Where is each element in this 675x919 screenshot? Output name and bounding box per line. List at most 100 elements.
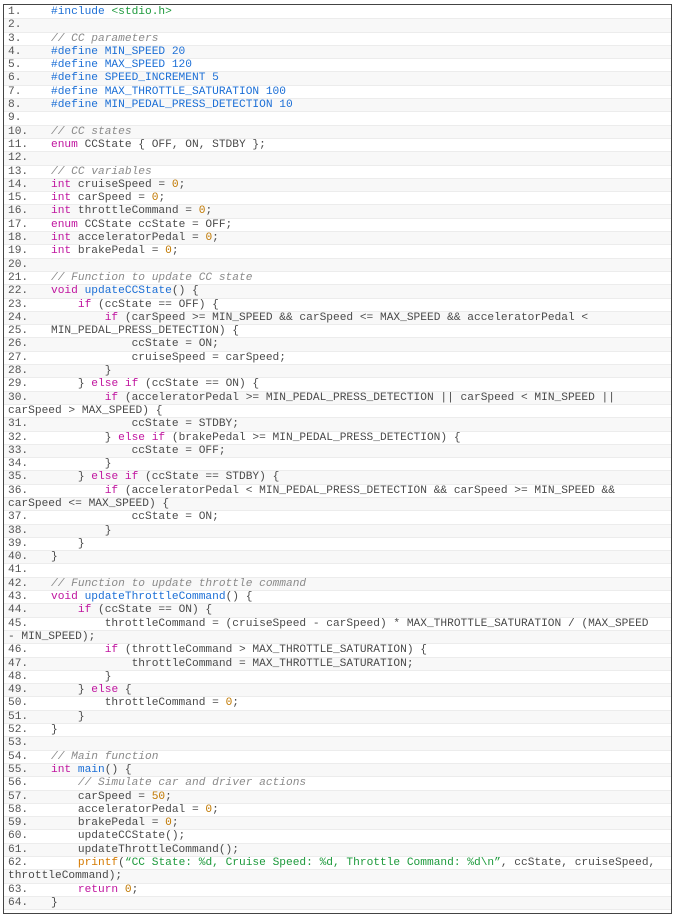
- line-number: 61.: [8, 843, 29, 856]
- code-line: 57. carSpeed = 50;: [4, 790, 671, 804]
- keyword: else: [91, 684, 119, 697]
- code-line: 16. int throttleCommand = 0;: [4, 205, 671, 219]
- code-line: 1. #include <stdio.h>: [4, 6, 671, 20]
- code-text: ;: [171, 245, 179, 258]
- code-listing: 1. #include <stdio.h> 2. 3. // CC parameters…: [3, 4, 672, 915]
- code-line: 41.: [4, 564, 671, 578]
- line-number: 16.: [8, 205, 29, 218]
- code-text: }: [51, 471, 92, 484]
- comment: // CC states: [51, 125, 132, 138]
- code-line: 26. ccState = ON;: [4, 338, 671, 352]
- line-number: 54.: [8, 750, 29, 763]
- code-line-continuation: carSpeed <= MAX_SPEED) {: [4, 497, 671, 512]
- line-number: 19.: [8, 245, 29, 258]
- code-line: 3. // CC parameters: [4, 33, 671, 46]
- preprocessor: #define MAX_SPEED 120: [51, 59, 192, 72]
- line-number: 2.: [8, 19, 22, 32]
- line-number: 7.: [8, 85, 22, 98]
- code-text: }: [51, 524, 112, 537]
- preprocessor: #define MIN_PEDAL_PRESS_DETECTION 10: [51, 99, 293, 112]
- string-literal: <stdio.h>: [111, 6, 172, 18]
- code-line: 54. // Main function: [4, 751, 671, 764]
- code-text: acceleratorPedal =: [71, 232, 206, 245]
- keyword: if: [104, 311, 119, 324]
- function-name: main: [77, 763, 105, 776]
- code-line: 4. #define MIN_SPEED 20: [4, 45, 671, 60]
- code-text: cruiseSpeed = carSpeed;: [51, 351, 286, 364]
- code-line: 7. #define MAX_THROTTLE_SATURATION 100: [4, 85, 671, 100]
- code-text: carSpeed =: [51, 790, 152, 803]
- string-literal: “CC State: %d, Cruise Speed: %d, Throttl…: [124, 857, 501, 869]
- keyword: else if: [118, 431, 166, 444]
- code-line: 38. }: [4, 524, 671, 538]
- keyword: if: [77, 298, 92, 311]
- code-line: 64.}: [4, 896, 671, 911]
- line-number: 58.: [8, 803, 29, 816]
- code-text: ;: [158, 192, 166, 205]
- line-number: 41.: [8, 564, 29, 577]
- line-number: 37.: [8, 511, 29, 524]
- code-text: acceleratorPedal =: [51, 803, 206, 816]
- code-line: 21. // Function to update CC state: [4, 272, 671, 286]
- code-line: 20.: [4, 258, 671, 272]
- line-number: 20.: [8, 258, 29, 271]
- code-line: 48. }: [4, 671, 671, 685]
- line-number: 29.: [8, 378, 29, 391]
- line-number: 31.: [8, 418, 29, 431]
- code-line: 24. if (carSpeed >= MIN_SPEED && carSpee…: [4, 311, 671, 326]
- line-number: 28.: [8, 365, 29, 378]
- line-number: 34.: [8, 458, 29, 471]
- code-text: }: [51, 365, 112, 378]
- code-line: 39. }: [4, 537, 671, 552]
- code-line: 42. // Function to update throttle comman…: [4, 577, 671, 592]
- comment: // CC parameters: [51, 32, 159, 45]
- keyword: enum: [51, 138, 78, 151]
- line-number: 55.: [8, 763, 29, 776]
- code-line: 11. enum CCState { OFF, ON, STDBY };: [4, 138, 671, 153]
- code-line: 9.: [4, 112, 671, 126]
- code-line: 19. int brakePedal = 0;: [4, 245, 671, 259]
- code-text: ;: [165, 790, 172, 803]
- code-line: 13. // CC variables: [4, 166, 671, 179]
- code-text: brakePedal =: [51, 817, 166, 830]
- preprocessor: #define MIN_SPEED 20: [51, 45, 186, 58]
- code-text: updateCCState();: [51, 830, 186, 843]
- line-number: 45.: [8, 617, 29, 630]
- code-text: () {: [225, 591, 253, 604]
- keyword: int: [51, 205, 72, 218]
- code-line: 17. enum CCState ccState = OFF;: [4, 219, 671, 233]
- code-line: 12.: [4, 152, 671, 166]
- line-number: 13.: [8, 165, 29, 178]
- line-number: 32.: [8, 431, 29, 444]
- line-number: 35.: [8, 471, 29, 484]
- code-text: ;: [178, 178, 186, 191]
- code-text: }: [51, 710, 85, 723]
- code-text: }: [51, 537, 85, 550]
- code-line: 61. updateThrottleCommand();: [4, 843, 671, 857]
- code-text: (carSpeed >= MIN_SPEED && carSpeed <= MA…: [118, 311, 589, 324]
- code-line: 56. // Simulate car and driver actions: [4, 777, 671, 791]
- code-text: (acceleratorPedal < MIN_PEDAL_PRESS_DETE…: [118, 484, 615, 497]
- code-line: 6. #define SPEED_INCREMENT 5: [4, 72, 671, 86]
- code-line: 22. void updateCCState() {: [4, 285, 671, 299]
- line-number: 52.: [8, 724, 29, 737]
- code-line: 43. void updateThrottleCommand() {: [4, 591, 671, 605]
- code-text: }: [51, 896, 58, 909]
- line-number: 30.: [8, 391, 29, 404]
- code-line: 33. ccState = OFF;: [4, 444, 671, 459]
- line-number: 51.: [8, 710, 29, 723]
- code-text: (throttleCommand > MAX_THROTTLE_SATURATI…: [118, 644, 427, 657]
- code-text: ;: [205, 205, 213, 218]
- code-text: cruiseSpeed =: [71, 178, 172, 191]
- code-text: (brakePedal >= MIN_PEDAL_PRESS_DETECTION…: [165, 431, 461, 444]
- comment: // Simulate car and driver actions: [77, 777, 307, 790]
- comment: // Main function: [51, 750, 159, 763]
- code-line: 58. acceleratorPedal = 0;: [4, 803, 671, 818]
- code-line: 23. if (ccState == OFF) {: [4, 299, 671, 312]
